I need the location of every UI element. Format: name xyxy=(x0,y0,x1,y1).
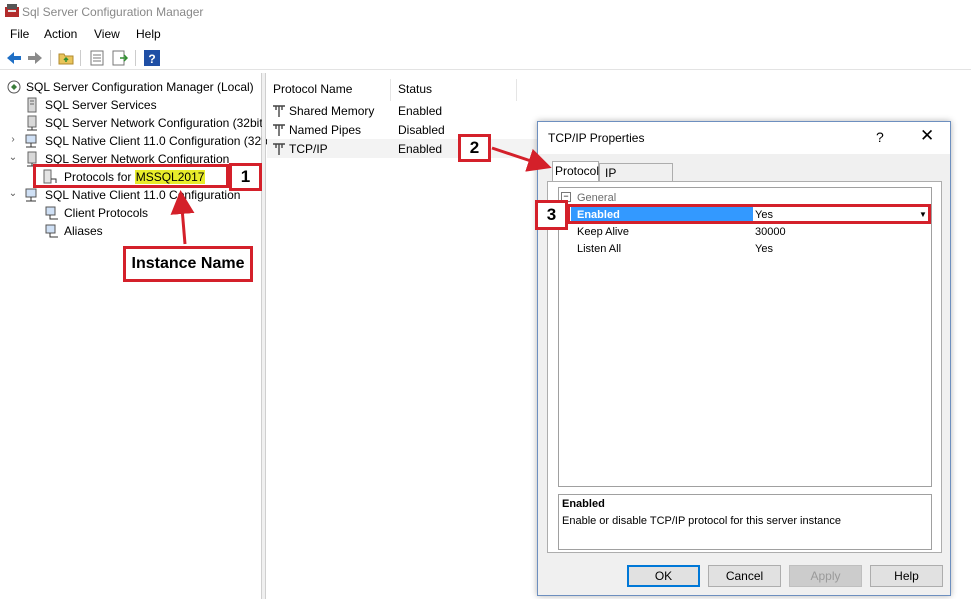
column-divider[interactable] xyxy=(516,79,517,101)
column-divider[interactable] xyxy=(390,79,391,101)
toolbar-separator xyxy=(50,50,51,66)
protocol-status: Disabled xyxy=(398,123,445,137)
toolbar: ? xyxy=(0,46,971,70)
tree-item-label: SQL Native Client 11.0 Configuration (32… xyxy=(45,134,268,148)
forward-arrow-icon[interactable] xyxy=(26,49,44,67)
dialog-title-bar: TCP/IP Properties ? ✕ xyxy=(538,122,950,154)
tab-protocol[interactable]: Protocol xyxy=(552,161,599,181)
tree-item-label: SQL Server Configuration Manager (Local) xyxy=(26,80,254,94)
menu-bar: File Action View Help xyxy=(0,24,971,44)
tree-item-network-config-32bit[interactable]: SQL Server Network Configuration (32bit xyxy=(24,114,263,132)
client-icon xyxy=(25,188,37,202)
expand-chevron-icon[interactable]: › xyxy=(8,134,18,146)
collapse-chevron-icon[interactable]: ⌄ xyxy=(8,152,18,164)
protocol-icon xyxy=(273,105,285,117)
property-value[interactable]: Yes xyxy=(755,243,773,255)
property-row-listen-all[interactable]: Listen All Yes xyxy=(559,241,931,258)
annotation-frame-protocols xyxy=(33,164,229,188)
tree-item-aliases[interactable]: Aliases xyxy=(44,222,244,240)
property-value[interactable]: 30000 xyxy=(755,226,786,238)
tree-item-native-client[interactable]: ⌄ SQL Native Client 11.0 Configuration xyxy=(8,186,256,204)
window-title: Sql Server Configuration Manager xyxy=(22,5,204,19)
help-button[interactable]: Help xyxy=(870,565,943,587)
client-icon xyxy=(25,134,37,148)
tcpip-properties-dialog: TCP/IP Properties ? ✕ Protocol IP Addres… xyxy=(537,121,951,596)
export-list-icon[interactable] xyxy=(111,49,129,67)
annotation-instance-name: Instance Name xyxy=(123,246,253,282)
description-title: Enabled xyxy=(562,498,605,510)
dialog-title: TCP/IP Properties xyxy=(548,131,645,145)
annotation-number-3: 3 xyxy=(535,200,568,230)
console-tree: SQL Server Configuration Manager (Local)… xyxy=(0,73,268,599)
dialog-close-icon[interactable]: ✕ xyxy=(920,126,934,146)
protocol-icon xyxy=(273,143,285,155)
property-row-keep-alive[interactable]: Keep Alive 30000 xyxy=(559,224,931,241)
column-header-protocol-name[interactable]: Protocol Name xyxy=(273,82,352,96)
protocol-status: Enabled xyxy=(398,142,443,156)
collapse-chevron-icon[interactable]: ⌄ xyxy=(8,188,18,200)
title-bar: Sql Server Configuration Manager xyxy=(0,0,971,24)
tree-item-label: Client Protocols xyxy=(64,206,149,220)
tree-item-label: SQL Server Network Configuration (32bit xyxy=(45,116,263,130)
protocol-icon xyxy=(273,124,285,136)
menu-action[interactable]: Action xyxy=(44,27,77,41)
protocol-row-named-pipes[interactable]: Named Pipes Disabled xyxy=(267,120,537,139)
group-label: General xyxy=(577,192,617,204)
network-icon xyxy=(27,115,37,131)
protocol-status: Enabled xyxy=(398,104,443,118)
tab-ip-addresses[interactable]: IP Addresses xyxy=(599,163,673,194)
annotation-number-1: 1 xyxy=(229,163,262,191)
dialog-help-icon[interactable]: ? xyxy=(876,129,884,145)
property-name: Keep Alive xyxy=(577,226,629,238)
aliases-icon xyxy=(45,224,58,238)
cancel-button[interactable]: Cancel xyxy=(708,565,781,587)
annotation-frame-enabled xyxy=(567,204,931,224)
column-header-status[interactable]: Status xyxy=(398,82,432,96)
menu-view[interactable]: View xyxy=(94,27,120,41)
properties-icon[interactable] xyxy=(88,49,106,67)
svg-text:?: ? xyxy=(148,52,155,66)
tree-item-sql-server-services[interactable]: SQL Server Services xyxy=(24,96,256,114)
description-text: Enable or disable TCP/IP protocol for th… xyxy=(562,515,842,527)
up-folder-icon[interactable] xyxy=(57,49,75,67)
toolbar-separator xyxy=(80,50,81,66)
protocol-name: Shared Memory xyxy=(289,104,375,118)
protocol-tab-panel: − General Enabled Yes ▼ Keep Alive 30000… xyxy=(547,181,942,553)
property-description: Enabled Enable or disable TCP/IP protoco… xyxy=(558,494,932,550)
protocol-name: TCP/IP xyxy=(289,142,328,156)
sql-config-manager-icon xyxy=(5,4,19,17)
property-name: Listen All xyxy=(577,243,622,255)
protocol-row-tcp-ip[interactable]: TCP/IP Enabled xyxy=(267,139,537,158)
menu-help[interactable]: Help xyxy=(136,27,161,41)
protocol-row-shared-memory[interactable]: Shared Memory Enabled xyxy=(267,101,537,120)
help-icon[interactable]: ? xyxy=(143,49,161,67)
tree-item-label: Aliases xyxy=(64,224,103,238)
protocol-name: Named Pipes xyxy=(289,123,362,137)
pane-splitter[interactable] xyxy=(262,73,266,599)
ok-button[interactable]: OK xyxy=(627,565,700,587)
annotation-number-2: 2 xyxy=(458,134,491,162)
toolbar-separator xyxy=(135,50,136,66)
property-grid: − General Enabled Yes ▼ Keep Alive 30000… xyxy=(558,187,932,487)
services-icon xyxy=(27,97,37,113)
tree-item-client-protocols[interactable]: Client Protocols xyxy=(44,204,244,222)
back-arrow-icon[interactable] xyxy=(5,49,23,67)
tree-item-label: SQL Native Client 11.0 Configuration xyxy=(45,188,241,202)
config-manager-icon xyxy=(7,80,21,94)
tree-item-root[interactable]: SQL Server Configuration Manager (Local) xyxy=(6,78,256,96)
tree-item-label: SQL Server Services xyxy=(45,98,157,112)
client-protocols-icon xyxy=(45,206,58,220)
menu-file[interactable]: File xyxy=(10,27,29,41)
apply-button[interactable]: Apply xyxy=(789,565,862,587)
tree-item-native-client-32bit[interactable]: › SQL Native Client 11.0 Configuration (… xyxy=(8,132,267,150)
